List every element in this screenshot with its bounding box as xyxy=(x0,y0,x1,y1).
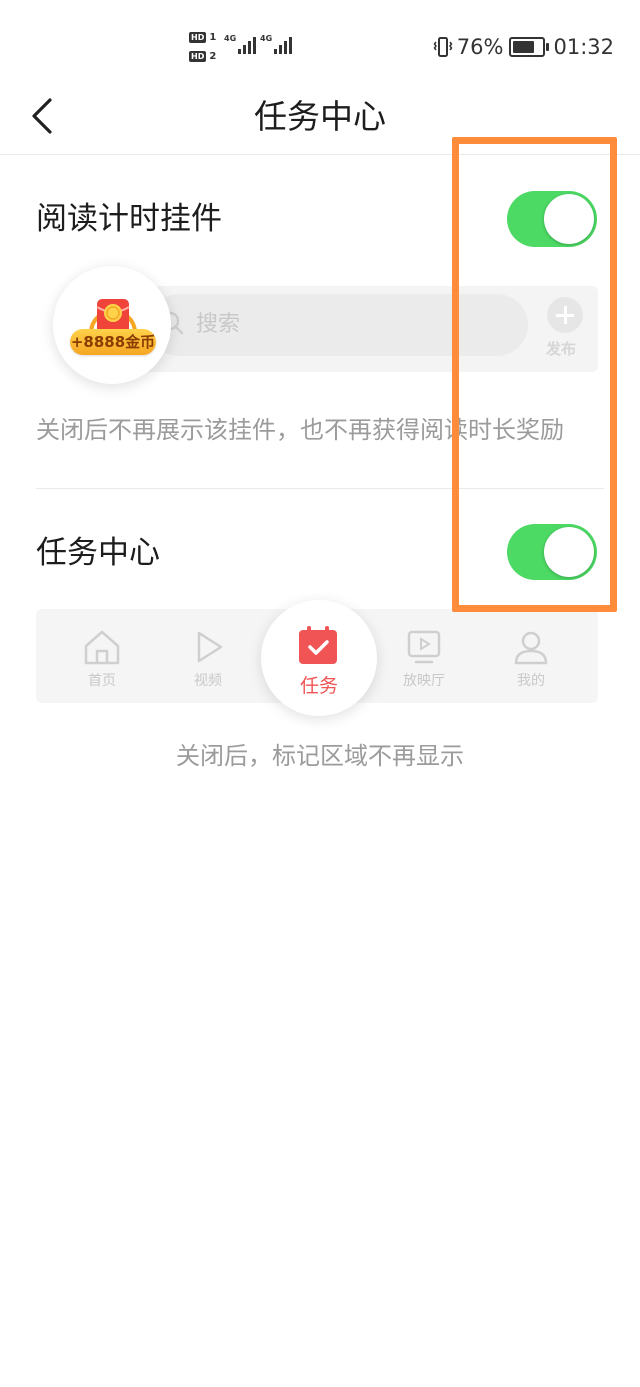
preview-tab-me: 我的 xyxy=(491,628,571,690)
play-icon xyxy=(197,631,223,663)
user-icon xyxy=(514,631,548,665)
task-center-label: 任务中心 xyxy=(36,535,160,571)
calendar-check-icon xyxy=(299,626,337,664)
hd-badge-sim1: HD xyxy=(189,32,207,43)
network-type-sim2: 4G xyxy=(260,34,273,43)
battery-fill xyxy=(513,41,535,53)
preview-tab-label: 放映厅 xyxy=(403,673,445,689)
preview-tab-label: 我的 xyxy=(517,673,545,689)
clock: 01:32 xyxy=(553,35,614,59)
preview-tab-video: 视频 xyxy=(168,628,248,690)
screen-play-icon xyxy=(407,630,441,664)
sim-indicators: HD 1 HD 2 xyxy=(189,30,216,68)
page-title: 任务中心 xyxy=(254,97,386,136)
coin-reward-badge: +8888金币 xyxy=(70,329,156,355)
task-center-description: 关闭后，标记区域不再显示 xyxy=(176,742,464,770)
hd-badge-sim2: HD xyxy=(189,51,207,62)
sim1-number: 1 xyxy=(209,32,217,43)
reading-timer-label: 阅读计时挂件 xyxy=(36,201,222,237)
signal-icon-sim2: 4G xyxy=(260,34,293,54)
network-type-sim1: 4G xyxy=(224,34,237,43)
preview-tab-label: 首页 xyxy=(88,673,116,689)
toggle-highlight-annotation xyxy=(452,137,617,612)
battery-percent: 76% xyxy=(456,35,504,59)
preview-search-placeholder: 搜索 xyxy=(196,312,241,337)
home-icon xyxy=(84,630,120,665)
preview-tab-home: 首页 xyxy=(62,628,142,690)
preview-tab-cinema: 放映厅 xyxy=(384,628,464,690)
preview-task-tab-label: 任务 xyxy=(299,675,338,697)
preview-tab-label: 视频 xyxy=(194,673,222,689)
battery-icon xyxy=(509,37,550,57)
status-bar: HD 1 HD 2 4G 4G 76% 01:32 xyxy=(0,0,640,92)
sim2-number: 2 xyxy=(209,51,217,62)
signal-icon-sim1: 4G xyxy=(224,34,257,54)
vibrate-icon xyxy=(433,37,453,57)
status-right: 76% 01:32 xyxy=(433,34,614,60)
